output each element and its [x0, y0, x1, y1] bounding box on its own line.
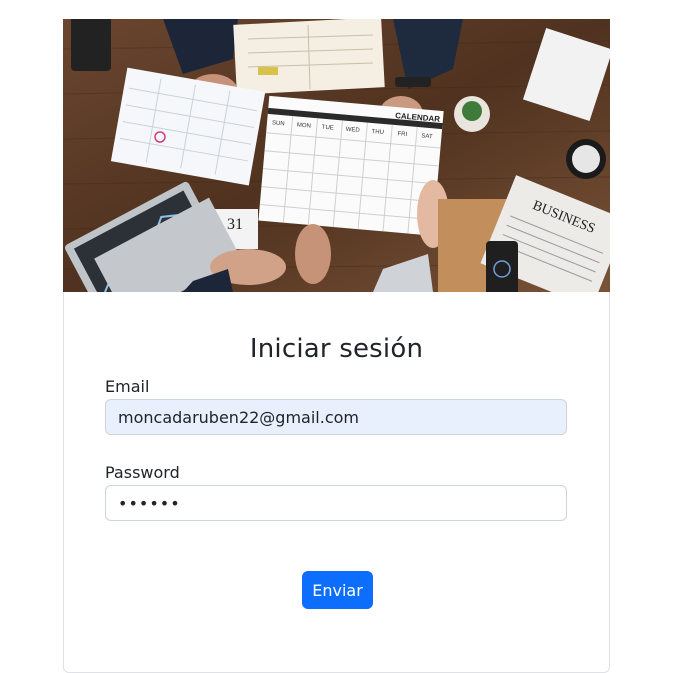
office-desk-illustration: CALENDAR SUN MON TUE WED THU FRI SAT 31 — [63, 19, 610, 292]
calendar-day-thu: THU — [371, 129, 384, 136]
password-field[interactable] — [105, 485, 567, 521]
email-label: Email — [105, 377, 150, 396]
email-field[interactable] — [105, 399, 567, 435]
hero-image: CALENDAR SUN MON TUE WED THU FRI SAT 31 — [63, 19, 610, 292]
calendar-day-wed: WED — [345, 127, 360, 134]
calendar-day-sat: SAT — [421, 133, 433, 140]
calendar-day-tue: TUE — [322, 125, 334, 132]
login-title: Iniciar sesión — [249, 334, 424, 364]
calendar-day-fri: FRI — [397, 131, 407, 138]
phone-icon — [71, 19, 111, 71]
password-label: Password — [105, 463, 180, 482]
login-card: Iniciar sesión Email Password Enviar — [63, 292, 610, 673]
submit-button[interactable]: Enviar — [302, 571, 373, 609]
calendar-day-sun: SUN — [272, 120, 285, 127]
desk-calendar-number: 31 — [227, 216, 243, 233]
calendar-day-mon: MON — [297, 122, 311, 129]
